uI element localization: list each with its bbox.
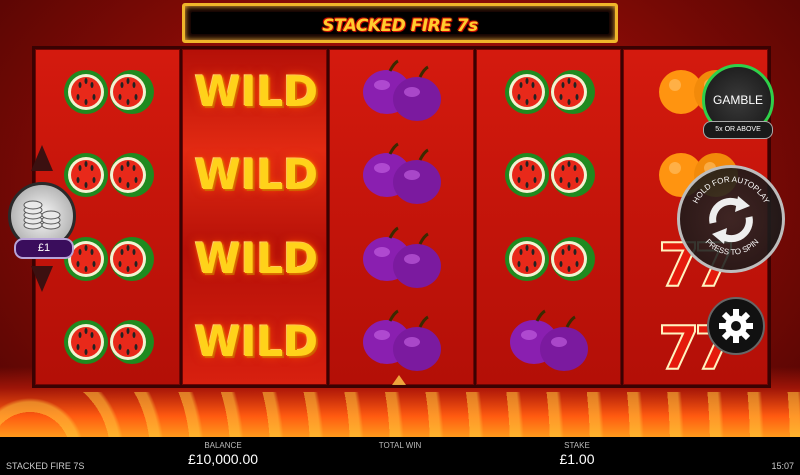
bet-value: £1 (14, 238, 74, 259)
plum-symbol (342, 140, 462, 210)
reel-grid: WILDWILDWILDWILD7777 (32, 46, 771, 388)
reel-2: WILD WILD WILD WILD (182, 49, 327, 385)
plum-symbol (342, 224, 462, 294)
watermelon-symbol (489, 224, 609, 294)
wild-symbol: WILD (194, 66, 319, 116)
gear-icon (719, 309, 753, 343)
footer-game-title: STACKED FIRE 7S (6, 461, 85, 471)
game-title-banner: STACKED FIRE 7s (182, 3, 618, 43)
plum-symbol (342, 307, 462, 377)
reel-indicator-arrow (392, 375, 406, 385)
watermelon-symbol (48, 57, 168, 127)
total-win-label: TOTAL WIN (378, 441, 422, 450)
stake-value: £1.00 (559, 451, 595, 467)
gamble-label: GAMBLE (712, 93, 763, 107)
settings-button[interactable] (707, 297, 765, 355)
bet-increase-chevron-up-icon[interactable] (31, 145, 53, 171)
watermelon-symbol (489, 140, 609, 210)
stake-display: STAKE £1.00 (537, 441, 617, 467)
wild-symbol: WILD (194, 150, 319, 200)
footer-bar: BALANCE £10,000.00 TOTAL WIN STAKE £1.00… (0, 437, 800, 475)
wild-symbol: WILD (194, 317, 319, 367)
plum-symbol (342, 57, 462, 127)
plum-symbol (489, 307, 609, 377)
watermelon-symbol (489, 57, 609, 127)
spin-button[interactable]: HOLD FOR AUTOPLAY PRESS TO SPIN (677, 165, 785, 273)
balance-display: BALANCE £10,000.00 (183, 441, 263, 467)
bet-decrease-chevron-down-icon[interactable] (31, 266, 53, 292)
clock: 15:07 (771, 461, 794, 471)
watermelon-symbol (48, 307, 168, 377)
total-win-display: TOTAL WIN (360, 441, 440, 451)
balance-label: BALANCE (204, 441, 242, 450)
wild-symbol: WILD (194, 233, 319, 283)
gamble-condition: 5x OR ABOVE (703, 121, 773, 139)
stake-label: STAKE (564, 441, 590, 450)
game-title: STACKED FIRE 7s (322, 16, 478, 36)
balance-value: £10,000.00 (187, 451, 259, 467)
reel-4 (476, 49, 621, 385)
reel-3 (329, 49, 474, 385)
